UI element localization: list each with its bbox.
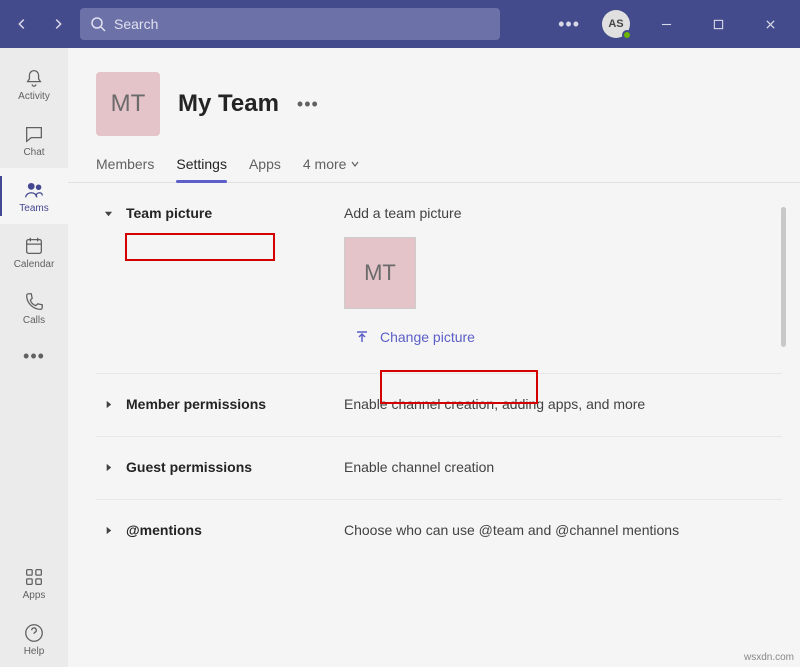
people-icon	[23, 179, 45, 201]
team-header: MT My Team •••	[68, 48, 800, 148]
section-title: Team picture	[126, 205, 212, 221]
minimize-button[interactable]	[644, 10, 688, 38]
search-placeholder: Search	[114, 16, 158, 32]
team-avatar-initials: MT	[111, 90, 146, 118]
section-guest-permissions: Guest permissions Enable channel creatio…	[96, 437, 782, 500]
team-name: My Team	[178, 90, 279, 118]
section-title: Guest permissions	[126, 459, 252, 475]
section-title: @mentions	[126, 522, 202, 538]
back-button[interactable]	[8, 10, 36, 38]
maximize-button[interactable]	[696, 10, 740, 38]
chevron-right-icon	[104, 463, 113, 472]
section-description: Add a team picture	[344, 205, 722, 221]
user-initials: AS	[608, 18, 623, 30]
section-mentions: @mentions Choose who can use @team and @…	[96, 500, 782, 562]
apps-icon	[23, 566, 45, 588]
chevron-right-icon	[104, 400, 113, 409]
team-picture-initials: MT	[364, 260, 396, 286]
minimize-icon	[661, 19, 672, 30]
sidebar-label: Activity	[18, 91, 50, 102]
team-picture-preview: MT	[344, 237, 416, 309]
tab-more-label: 4 more	[303, 156, 347, 172]
sidebar-label: Calendar	[14, 259, 55, 270]
sidebar-item-activity[interactable]: Activity	[0, 56, 68, 112]
tab-settings[interactable]: Settings	[176, 156, 227, 182]
team-more-button[interactable]: •••	[297, 94, 319, 115]
forward-button[interactable]	[44, 10, 72, 38]
titlebar: Search ••• AS	[0, 0, 800, 48]
sidebar-item-chat[interactable]: Chat	[0, 112, 68, 168]
sidebar-label: Calls	[23, 315, 45, 326]
tab-members[interactable]: Members	[96, 156, 154, 182]
chevron-down-icon	[350, 159, 360, 169]
chat-icon	[23, 123, 45, 145]
help-icon	[23, 622, 45, 644]
sidebar-item-apps[interactable]: Apps	[0, 555, 68, 611]
section-description: Choose who can use @team and @channel me…	[344, 522, 722, 540]
close-button[interactable]	[748, 10, 792, 38]
search-input[interactable]: Search	[80, 8, 500, 40]
scrollbar-thumb[interactable]	[781, 207, 786, 347]
expand-toggle[interactable]	[104, 205, 116, 223]
section-member-permissions: Member permissions Enable channel creati…	[96, 374, 782, 437]
calendar-icon	[23, 235, 45, 257]
main-content: MT My Team ••• Members Settings Apps 4 m…	[68, 48, 800, 667]
sidebar-label: Chat	[23, 147, 44, 158]
tab-more-dropdown[interactable]: 4 more	[303, 156, 361, 182]
chevron-left-icon	[15, 17, 29, 31]
phone-icon	[23, 291, 45, 313]
sidebar-label: Apps	[23, 590, 46, 601]
expand-toggle[interactable]	[104, 459, 116, 477]
team-avatar: MT	[96, 72, 160, 136]
bell-icon	[23, 67, 45, 89]
expand-toggle[interactable]	[104, 396, 116, 414]
search-icon	[90, 16, 106, 32]
chevron-down-icon	[104, 209, 113, 218]
sidebar-label: Help	[24, 646, 45, 657]
presence-indicator-icon	[622, 30, 632, 40]
tab-bar: Members Settings Apps 4 more	[68, 148, 800, 183]
section-description: Enable channel creation	[344, 459, 722, 477]
maximize-icon	[713, 19, 724, 30]
sidebar-item-help[interactable]: Help	[0, 611, 68, 667]
change-picture-button[interactable]: Change picture	[344, 323, 485, 351]
sidebar-item-teams[interactable]: Teams	[0, 168, 68, 224]
titlebar-more-button[interactable]: •••	[550, 14, 588, 35]
chevron-right-icon	[104, 526, 113, 535]
expand-toggle[interactable]	[104, 522, 116, 540]
sidebar-label: Teams	[19, 203, 48, 214]
change-picture-label: Change picture	[380, 329, 475, 345]
sidebar-more-button[interactable]: •••	[23, 346, 45, 367]
sidebar-item-calendar[interactable]: Calendar	[0, 224, 68, 280]
watermark: wsxdn.com	[744, 652, 794, 663]
section-description: Enable channel creation, adding apps, an…	[344, 396, 722, 414]
app-sidebar: Activity Chat Teams Calendar Calls ••• A…	[0, 48, 68, 667]
sidebar-item-calls[interactable]: Calls	[0, 280, 68, 336]
user-avatar[interactable]: AS	[602, 10, 630, 38]
close-icon	[765, 19, 776, 30]
section-title: Member permissions	[126, 396, 266, 412]
section-team-picture: Team picture Add a team picture MT Chang…	[96, 183, 782, 374]
settings-scroll-area[interactable]: Team picture Add a team picture MT Chang…	[68, 183, 800, 667]
upload-icon	[354, 329, 370, 345]
tab-apps[interactable]: Apps	[249, 156, 281, 182]
chevron-right-icon	[51, 17, 65, 31]
